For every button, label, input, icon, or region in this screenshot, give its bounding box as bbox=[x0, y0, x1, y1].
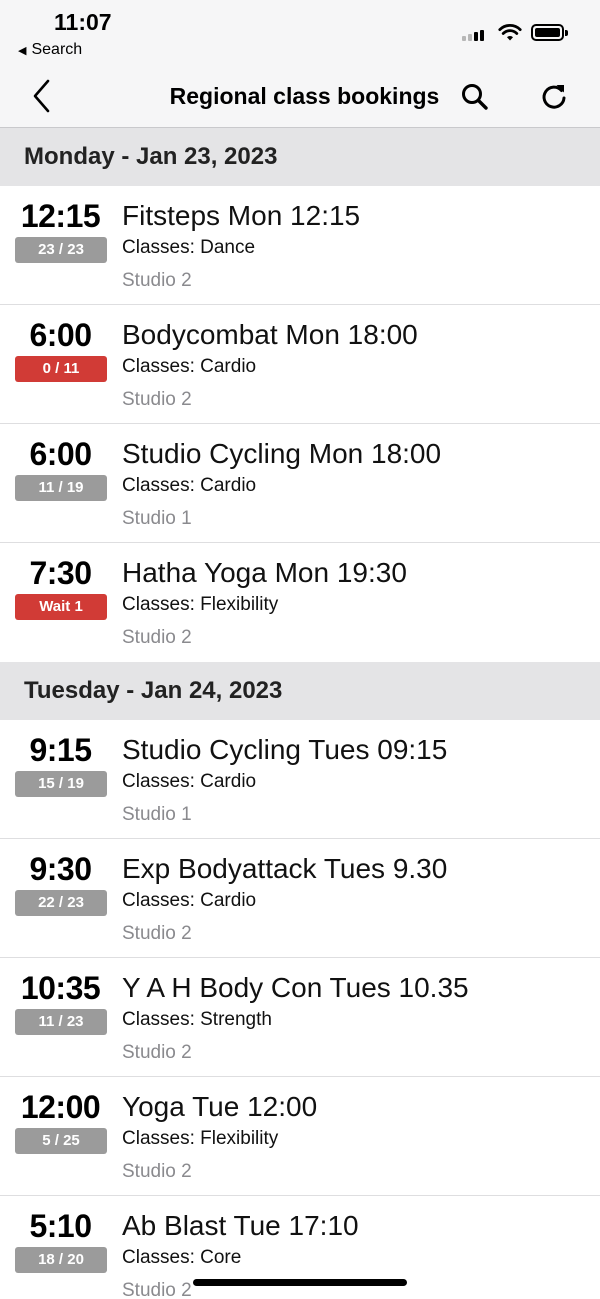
class-time: 7:30 bbox=[29, 555, 92, 591]
capacity-badge: 18 / 20 bbox=[15, 1247, 107, 1273]
class-studio: Studio 2 bbox=[122, 1280, 192, 1299]
class-type: Classes: Strength bbox=[122, 1009, 272, 1030]
class-row[interactable]: 12:15 23 / 23 Fitsteps Mon 12:15 Classes… bbox=[0, 186, 600, 305]
page-title: Regional class bookings bbox=[169, 83, 440, 109]
battery-icon bbox=[531, 24, 568, 41]
class-time: 9:15 bbox=[29, 732, 92, 768]
class-time: 12:00 bbox=[20, 1089, 101, 1125]
capacity-badge: 5 / 25 bbox=[15, 1128, 107, 1154]
class-list: Monday - Jan 23, 2023 12:15 23 / 23 Fits… bbox=[0, 128, 600, 1299]
day-header: Monday - Jan 23, 2023 bbox=[0, 128, 600, 186]
back-to-search-link[interactable]: ◀ Search bbox=[18, 41, 82, 59]
status-bar: 11:07 ◀ Search bbox=[0, 0, 600, 66]
class-studio: Studio 2 bbox=[122, 1161, 192, 1182]
wifi-icon bbox=[498, 24, 522, 41]
class-studio: Studio 2 bbox=[122, 389, 192, 410]
class-name: Studio Cycling Mon 18:00 bbox=[122, 438, 442, 469]
class-name: Ab Blast Tue 17:10 bbox=[122, 1210, 359, 1241]
day-header: Tuesday - Jan 24, 2023 bbox=[0, 662, 600, 720]
capacity-badge: 22 / 23 bbox=[15, 890, 107, 916]
class-row[interactable]: 9:15 15 / 19 Studio Cycling Tues 09:15 C… bbox=[0, 720, 600, 839]
class-name: Hatha Yoga Mon 19:30 bbox=[122, 557, 407, 588]
home-indicator[interactable] bbox=[193, 1279, 407, 1286]
signal-icon bbox=[462, 30, 484, 41]
status-time: 11:07 bbox=[54, 9, 112, 35]
class-studio: Studio 2 bbox=[122, 1042, 192, 1063]
back-triangle-icon: ◀ bbox=[18, 44, 27, 57]
class-row[interactable]: 9:30 22 / 23 Exp Bodyattack Tues 9.30 Cl… bbox=[0, 839, 600, 958]
class-row[interactable]: 12:00 5 / 25 Yoga Tue 12:00 Classes: Fle… bbox=[0, 1077, 600, 1196]
refresh-icon[interactable] bbox=[537, 80, 571, 114]
class-name: Exp Bodyattack Tues 9.30 bbox=[122, 853, 448, 884]
class-studio: Studio 1 bbox=[122, 508, 192, 529]
class-name: Bodycombat Mon 18:00 bbox=[122, 319, 418, 350]
class-time: 9:30 bbox=[29, 851, 92, 887]
class-type: Classes: Cardio bbox=[122, 475, 257, 496]
capacity-badge: 11 / 23 bbox=[15, 1009, 107, 1035]
back-app-label: Search bbox=[31, 41, 83, 58]
class-time: 12:15 bbox=[20, 198, 101, 234]
class-row[interactable]: 6:00 0 / 11 Bodycombat Mon 18:00 Classes… bbox=[0, 305, 600, 424]
class-name: Studio Cycling Tues 09:15 bbox=[122, 734, 448, 765]
class-row[interactable]: 10:35 11 / 23 Y A H Body Con Tues 10.35 … bbox=[0, 958, 600, 1077]
capacity-badge: 0 / 11 bbox=[15, 356, 107, 382]
capacity-badge: 15 / 19 bbox=[15, 771, 107, 797]
class-studio: Studio 2 bbox=[122, 270, 192, 291]
class-time: 6:00 bbox=[29, 436, 92, 472]
class-name: Y A H Body Con Tues 10.35 bbox=[122, 972, 469, 1003]
capacity-badge: Wait 1 bbox=[15, 594, 107, 620]
capacity-badge: 11 / 19 bbox=[15, 475, 107, 501]
class-name: Yoga Tue 12:00 bbox=[122, 1091, 318, 1122]
class-type: Classes: Core bbox=[122, 1247, 242, 1268]
class-type: Classes: Flexibility bbox=[122, 594, 279, 615]
class-type: Classes: Cardio bbox=[122, 890, 257, 911]
capacity-badge: 23 / 23 bbox=[15, 237, 107, 263]
search-icon[interactable] bbox=[458, 80, 492, 114]
class-row[interactable]: 7:30 Wait 1 Hatha Yoga Mon 19:30 Classes… bbox=[0, 543, 600, 662]
class-studio: Studio 2 bbox=[122, 627, 192, 648]
class-time: 10:35 bbox=[20, 970, 101, 1006]
class-studio: Studio 1 bbox=[122, 804, 192, 825]
class-row[interactable]: 6:00 11 / 19 Studio Cycling Mon 18:00 Cl… bbox=[0, 424, 600, 543]
class-studio: Studio 2 bbox=[122, 923, 192, 944]
navigation-bar: Regional class bookings bbox=[0, 66, 600, 128]
class-name: Fitsteps Mon 12:15 bbox=[122, 200, 361, 231]
class-type: Classes: Cardio bbox=[122, 356, 257, 377]
class-type: Classes: Dance bbox=[122, 237, 256, 258]
class-time: 5:10 bbox=[29, 1208, 92, 1244]
class-type: Classes: Flexibility bbox=[122, 1128, 279, 1149]
class-type: Classes: Cardio bbox=[122, 771, 257, 792]
class-time: 6:00 bbox=[29, 317, 92, 353]
